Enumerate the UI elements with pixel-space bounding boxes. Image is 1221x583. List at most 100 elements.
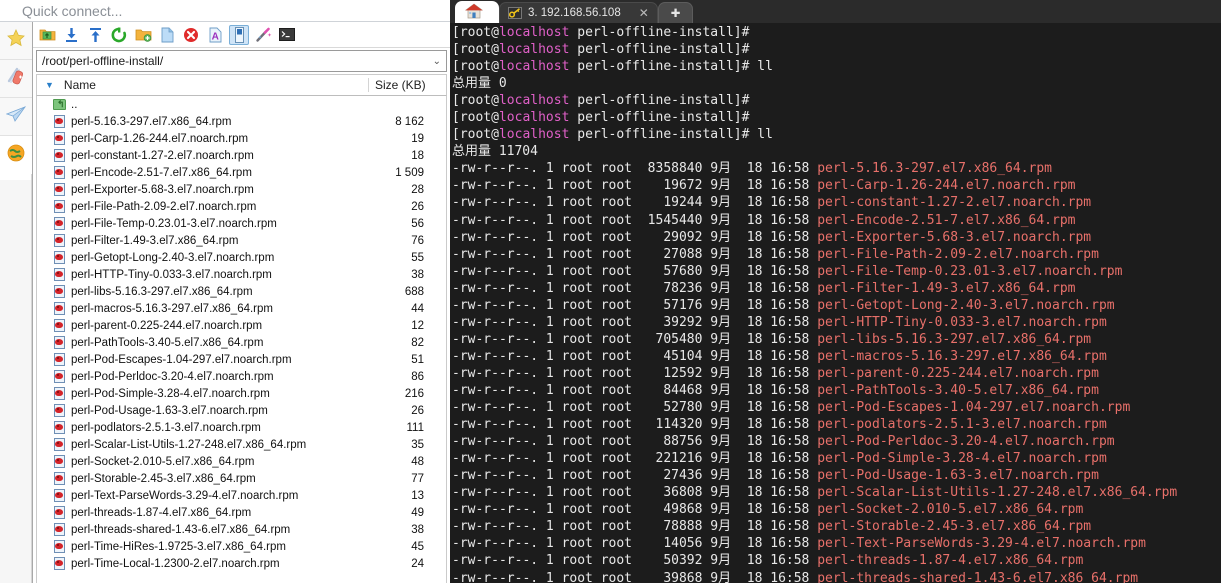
table-row[interactable]: perl-threads-1.87-4.el7.x86_64.rpm 49: [37, 504, 446, 521]
file-name-cell: perl-Scalar-List-Utils-1.27-248.el7.x86_…: [37, 438, 368, 451]
download-button[interactable]: [61, 25, 81, 45]
rpm-package-icon: [53, 302, 66, 315]
table-row[interactable]: perl-5.16.3-297.el7.x86_64.rpm 8 162: [37, 113, 446, 130]
table-row[interactable]: perl-File-Path-2.09-2.el7.noarch.rpm 26: [37, 198, 446, 215]
sidebar-item-tools[interactable]: [0, 60, 32, 98]
terminal-prompt-line: [root@localhost perl-offline-install]#: [452, 25, 750, 40]
table-row[interactable]: perl-constant-1.27-2.el7.noarch.rpm 18: [37, 147, 446, 164]
terminal-ls-line: -rw-r--r--. 1 root root 27088 9月 18 16:5…: [452, 246, 1099, 262]
file-size-label: 51: [411, 353, 424, 366]
rpm-package-icon: [53, 506, 66, 519]
parent-label: ..: [71, 98, 78, 111]
terminal-prompt-line: [root@localhost perl-offline-install]#: [452, 42, 750, 58]
terminal-ls-line: -rw-r--r--. 1 root root 14056 9月 18 16:5…: [452, 536, 1146, 552]
table-row[interactable]: perl-File-Temp-0.23.01-3.el7.noarch.rpm 5…: [37, 215, 446, 232]
chevron-down-icon[interactable]: ⌄: [433, 56, 441, 67]
table-row[interactable]: perl-macros-5.16.3-297.el7.x86_64.rpm 44: [37, 300, 446, 317]
file-name-label: perl-Scalar-List-Utils-1.27-248.el7.x86_…: [71, 438, 307, 451]
table-row[interactable]: perl-Encode-2.51-7.el7.x86_64.rpm 1 509: [37, 164, 446, 181]
file-name-cell: perl-Getopt-Long-2.40-3.el7.noarch.rpm: [37, 251, 368, 264]
table-row[interactable]: perl-PathTools-3.40-5.el7.x86_64.rpm 82: [37, 334, 446, 351]
rpm-package-icon: [53, 421, 66, 434]
path-value: /root/perl-offline-install/: [42, 54, 164, 68]
table-row[interactable]: perl-libs-5.16.3-297.el7.x86_64.rpm 688: [37, 283, 446, 300]
table-row[interactable]: perl-Scalar-List-Utils-1.27-248.el7.x86_…: [37, 436, 446, 453]
rpm-package-icon: [53, 166, 66, 179]
ssh-key-icon: [508, 7, 522, 19]
table-row[interactable]: perl-Pod-Perldoc-3.20-4.el7.noarch.rpm 86: [37, 368, 446, 385]
home-icon: [464, 3, 484, 22]
upload-button[interactable]: [85, 25, 105, 45]
table-row[interactable]: perl-parent-0.225-244.el7.noarch.rpm 12: [37, 317, 446, 334]
file-size-label: 55: [411, 251, 424, 264]
table-row[interactable]: perl-Filter-1.49-3.el7.x86_64.rpm 76: [37, 232, 446, 249]
rpm-package-icon: [53, 251, 66, 264]
table-row[interactable]: perl-Storable-2.45-3.el7.x86_64.rpm 77: [37, 470, 446, 487]
new-tab-button[interactable]: ✚: [657, 2, 694, 23]
file-size-label: 18: [411, 149, 424, 162]
table-row[interactable]: perl-Text-ParseWords-3.29-4.el7.noarch.r…: [37, 487, 446, 504]
file-name-label: perl-threads-shared-1.43-6.el7.x86_64.rp…: [71, 523, 291, 536]
new-folder-button[interactable]: [133, 25, 153, 45]
terminal-output-line: 总用量 11704: [452, 144, 538, 160]
file-name-label: perl-Storable-2.45-3.el7.x86_64.rpm: [71, 472, 256, 485]
table-row[interactable]: perl-Pod-Escapes-1.04-297.el7.noarch.rpm…: [37, 351, 446, 368]
file-name-cell: perl-Carp-1.26-244.el7.noarch.rpm: [37, 132, 368, 145]
delete-button[interactable]: [181, 25, 201, 45]
table-row[interactable]: perl-Time-Local-1.2300-2.el7.noarch.rpm 2…: [37, 555, 446, 572]
table-row[interactable]: perl-HTTP-Tiny-0.033-3.el7.noarch.rpm 38: [37, 266, 446, 283]
sftp-toolbar: A: [33, 22, 450, 48]
text-editor-button[interactable]: A: [205, 25, 225, 45]
table-row[interactable]: perl-Pod-Simple-3.28-4.el7.noarch.rpm 216: [37, 385, 446, 402]
file-name-label: perl-Socket-2.010-5.el7.x86_64.rpm: [71, 455, 255, 468]
close-icon[interactable]: ✕: [639, 6, 649, 20]
parent-directory-button[interactable]: [37, 25, 57, 45]
file-size-label: 111: [406, 421, 424, 434]
tab-home[interactable]: [455, 1, 499, 23]
rpm-package-icon: [53, 387, 66, 400]
terminal-ls-line: -rw-r--r--. 1 root root 19672 9月 18 16:5…: [452, 178, 1076, 194]
file-size-label: 8 162: [395, 115, 424, 128]
file-name-cell: perl-File-Temp-0.23.01-3.el7.noarch.rpm: [37, 217, 368, 230]
folder-up-icon: ↰: [53, 98, 66, 111]
table-row[interactable]: perl-podlators-2.5.1-3.el7.noarch.rpm 111: [37, 419, 446, 436]
file-size-label: 44: [411, 302, 424, 315]
file-list[interactable]: ↰.. perl-5.16.3-297.el7.x86_64.rpm 8 162 pe…: [36, 96, 447, 583]
file-size-label: 86: [411, 370, 424, 383]
file-size-label: 216: [404, 387, 424, 400]
file-name-cell: perl-Time-Local-1.2300-2.el7.noarch.rpm: [37, 557, 368, 570]
tab-session[interactable]: 3. 192.168.56.108 ✕: [499, 2, 658, 23]
magic-wand-button[interactable]: [253, 25, 273, 45]
file-size-label: 38: [411, 523, 424, 536]
globe-icon: [7, 144, 25, 167]
rpm-package-icon: [53, 353, 66, 366]
terminal-ls-line: -rw-r--r--. 1 root root 84468 9月 18 16:5…: [452, 382, 1099, 398]
quick-connect-input[interactable]: Quick connect...: [0, 0, 450, 22]
sidebar-item-network[interactable]: [0, 136, 32, 174]
refresh-button[interactable]: [109, 25, 129, 45]
terminal-ls-line: -rw-r--r--. 1 root root 221216 9月 18 16:…: [452, 451, 1107, 467]
table-row[interactable]: perl-Pod-Usage-1.63-3.el7.noarch.rpm 26: [37, 402, 446, 419]
column-header-name[interactable]: ▼ Name: [37, 78, 368, 92]
new-file-button[interactable]: [157, 25, 177, 45]
file-name-cell: perl-Time-HiRes-1.9725-3.el7.x86_64.rpm: [37, 540, 368, 553]
sidebar-item-sessions[interactable]: [0, 98, 32, 136]
column-header-size[interactable]: Size (KB): [368, 78, 446, 92]
table-row[interactable]: perl-Socket-2.010-5.el7.x86_64.rpm 48: [37, 453, 446, 470]
rpm-package-icon: [53, 438, 66, 451]
table-row[interactable]: perl-Carp-1.26-244.el7.noarch.rpm 19: [37, 130, 446, 147]
table-row[interactable]: perl-Exporter-5.68-3.el7.noarch.rpm 28: [37, 181, 446, 198]
table-row[interactable]: perl-threads-shared-1.43-6.el7.x86_64.rp…: [37, 521, 446, 538]
list-item-parent[interactable]: ↰..: [37, 96, 446, 113]
file-name-cell: perl-Socket-2.010-5.el7.x86_64.rpm: [37, 455, 368, 468]
terminal-output[interactable]: [root@localhost perl-offline-install]# [r…: [450, 23, 1221, 583]
table-row[interactable]: perl-Time-HiRes-1.9725-3.el7.x86_64.rpm 4…: [37, 538, 446, 555]
open-terminal-button[interactable]: [277, 25, 297, 45]
file-name-label: perl-Pod-Usage-1.63-3.el7.noarch.rpm: [71, 404, 268, 417]
file-size-label: 24: [411, 557, 424, 570]
sync-folder-button[interactable]: [229, 24, 249, 45]
table-row[interactable]: perl-Getopt-Long-2.40-3.el7.noarch.rpm 55: [37, 249, 446, 266]
file-size-label: 26: [411, 200, 424, 213]
sidebar-item-bookmarks[interactable]: [0, 22, 32, 60]
path-bar[interactable]: /root/perl-offline-install/ ⌄: [36, 50, 447, 72]
